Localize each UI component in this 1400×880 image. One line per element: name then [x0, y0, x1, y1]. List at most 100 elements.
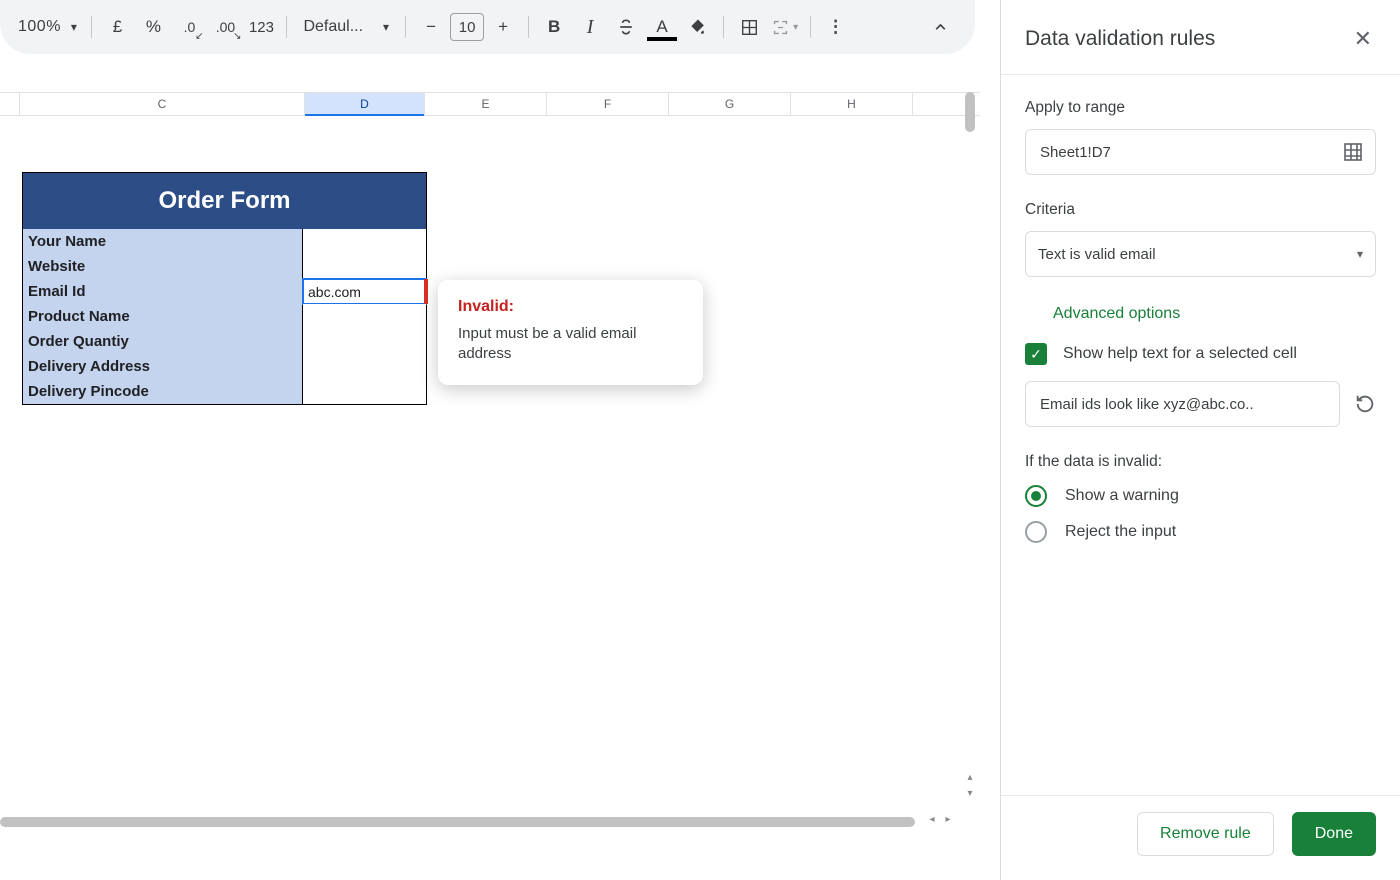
toolbar-separator [91, 16, 92, 38]
currency-format-button[interactable]: £ [100, 10, 134, 44]
scroll-right-icon[interactable]: ▸ [940, 814, 956, 830]
column-header-F[interactable]: F [547, 93, 669, 115]
remove-rule-button[interactable]: Remove rule [1137, 812, 1274, 856]
done-button[interactable]: Done [1292, 812, 1376, 856]
form-label-text: Order Quantiy [28, 333, 129, 350]
column-header-C[interactable]: C [20, 93, 305, 115]
tooltip-title: Invalid: [458, 298, 683, 316]
remove-rule-label: Remove rule [1160, 825, 1251, 843]
column-label: G [725, 97, 734, 111]
italic-button[interactable]: I [573, 10, 607, 44]
collapse-toolbar-button[interactable] [923, 10, 957, 44]
dec-less-label: .0 [184, 19, 196, 35]
font-name-label: Defaul... [303, 18, 363, 36]
zoom-dropdown[interactable]: 100% ▾ [8, 10, 83, 44]
increase-decimal-button[interactable]: .00 ↘ [208, 10, 242, 44]
column-label: H [847, 97, 856, 111]
scroll-left-icon[interactable]: ◂ [924, 814, 940, 830]
scrollbar-thumb[interactable] [965, 92, 975, 132]
scroll-down-icon[interactable]: ▾ [962, 788, 978, 804]
tooltip-body: Input must be a valid email address [458, 324, 683, 365]
column-header-G[interactable]: G [669, 93, 791, 115]
help-text-input[interactable] [1038, 395, 1327, 414]
form-title-cell[interactable]: Order Form [23, 173, 426, 229]
borders-button[interactable] [732, 10, 766, 44]
decrease-font-size-button[interactable]: − [414, 10, 448, 44]
panel-body: Apply to range Criteria Text is valid em… [1001, 75, 1400, 795]
form-value-cell[interactable] [303, 329, 426, 354]
column-header-row: C D E F G H [0, 92, 980, 116]
panel-footer: Remove rule Done [1001, 795, 1400, 880]
reject-input-radio[interactable] [1025, 521, 1047, 543]
column-header-D[interactable]: D [305, 93, 425, 115]
form-label-cell[interactable]: Email Id [23, 279, 303, 304]
form-value-text: abc.com [308, 284, 361, 300]
column-header-E[interactable]: E [425, 93, 547, 115]
form-row: Product Name [23, 304, 426, 329]
italic-glyph: I [587, 16, 594, 39]
column-header-H[interactable]: H [791, 93, 913, 115]
show-help-text-checkbox[interactable]: ✓ [1025, 343, 1047, 365]
percent-format-button[interactable]: % [136, 10, 170, 44]
range-input[interactable] [1038, 143, 1343, 162]
show-warning-radio[interactable] [1025, 485, 1047, 507]
criteria-dropdown[interactable]: Text is valid email ▾ [1025, 231, 1376, 277]
reject-input-label: Reject the input [1065, 523, 1176, 541]
zoom-value: 100% [18, 18, 61, 36]
form-label-cell[interactable]: Delivery Address [23, 354, 303, 379]
form-value-cell[interactable] [303, 229, 426, 254]
form-label-cell[interactable]: Your Name [23, 229, 303, 254]
apply-to-range-label: Apply to range [1025, 99, 1376, 117]
form-label-text: Delivery Address [28, 358, 150, 375]
plus-glyph: + [498, 17, 508, 37]
toolbar-separator [286, 16, 287, 38]
form-value-cell[interactable] [303, 379, 426, 404]
merge-cells-button[interactable]: ▾ [768, 10, 802, 44]
decrease-decimal-button[interactable]: .0 ↙ [172, 10, 206, 44]
caret-down-icon: ▾ [1357, 247, 1363, 261]
caret-down-icon: ▾ [71, 20, 78, 34]
order-form-range: Order Form Your Name Website Email Id ab… [22, 172, 427, 405]
bold-glyph: B [548, 17, 560, 37]
percent-glyph: % [146, 17, 161, 37]
text-color-A-glyph: A [656, 17, 667, 37]
font-family-dropdown[interactable]: Defaul... ▾ [295, 10, 397, 44]
selected-cell-D7[interactable]: abc.com [303, 279, 426, 304]
column-label: D [360, 97, 369, 111]
more-toolbar-button[interactable]: ⋮ [819, 10, 853, 44]
apply-to-range-field[interactable] [1025, 129, 1376, 175]
fill-color-button[interactable] [681, 10, 715, 44]
caret-down-icon: ▾ [383, 20, 389, 34]
vertical-scrollbar[interactable]: ▴ ▾ [962, 92, 978, 812]
form-label-text: Your Name [28, 233, 106, 250]
advanced-options-toggle[interactable]: Advanced options [1053, 305, 1376, 323]
form-value-cell[interactable] [303, 304, 426, 329]
form-label-cell[interactable]: Website [23, 254, 303, 279]
font-size-input[interactable]: 10 [450, 13, 484, 41]
form-label-text: Delivery Pincode [28, 383, 149, 400]
scroll-up-icon[interactable]: ▴ [962, 772, 978, 788]
strikethrough-button[interactable] [609, 10, 643, 44]
form-label-cell[interactable]: Delivery Pincode [23, 379, 303, 404]
merge-icon [772, 19, 789, 36]
bold-button[interactable]: B [537, 10, 571, 44]
reset-help-text-button[interactable] [1354, 393, 1376, 415]
form-value-cell[interactable] [303, 354, 426, 379]
help-text-field[interactable] [1025, 381, 1340, 427]
form-row: Website [23, 254, 426, 279]
form-label-cell[interactable]: Product Name [23, 304, 303, 329]
form-label-text: Product Name [28, 308, 130, 325]
more-formats-button[interactable]: 123 [244, 10, 278, 44]
text-color-button[interactable]: A [645, 13, 679, 41]
radio-row-warning: Show a warning [1025, 485, 1376, 507]
close-panel-button[interactable]: ✕ [1350, 22, 1376, 56]
spreadsheet-grid: C D E F G H [0, 92, 980, 116]
increase-font-size-button[interactable]: + [486, 10, 520, 44]
form-row: Delivery Address [23, 354, 426, 379]
select-range-icon[interactable] [1343, 142, 1363, 162]
scrollbar-thumb[interactable] [0, 817, 915, 827]
form-label-cell[interactable]: Order Quantiy [23, 329, 303, 354]
paint-bucket-icon [688, 17, 708, 37]
horizontal-scrollbar[interactable]: ◂ ▸ [0, 814, 960, 830]
form-value-cell[interactable] [303, 254, 426, 279]
